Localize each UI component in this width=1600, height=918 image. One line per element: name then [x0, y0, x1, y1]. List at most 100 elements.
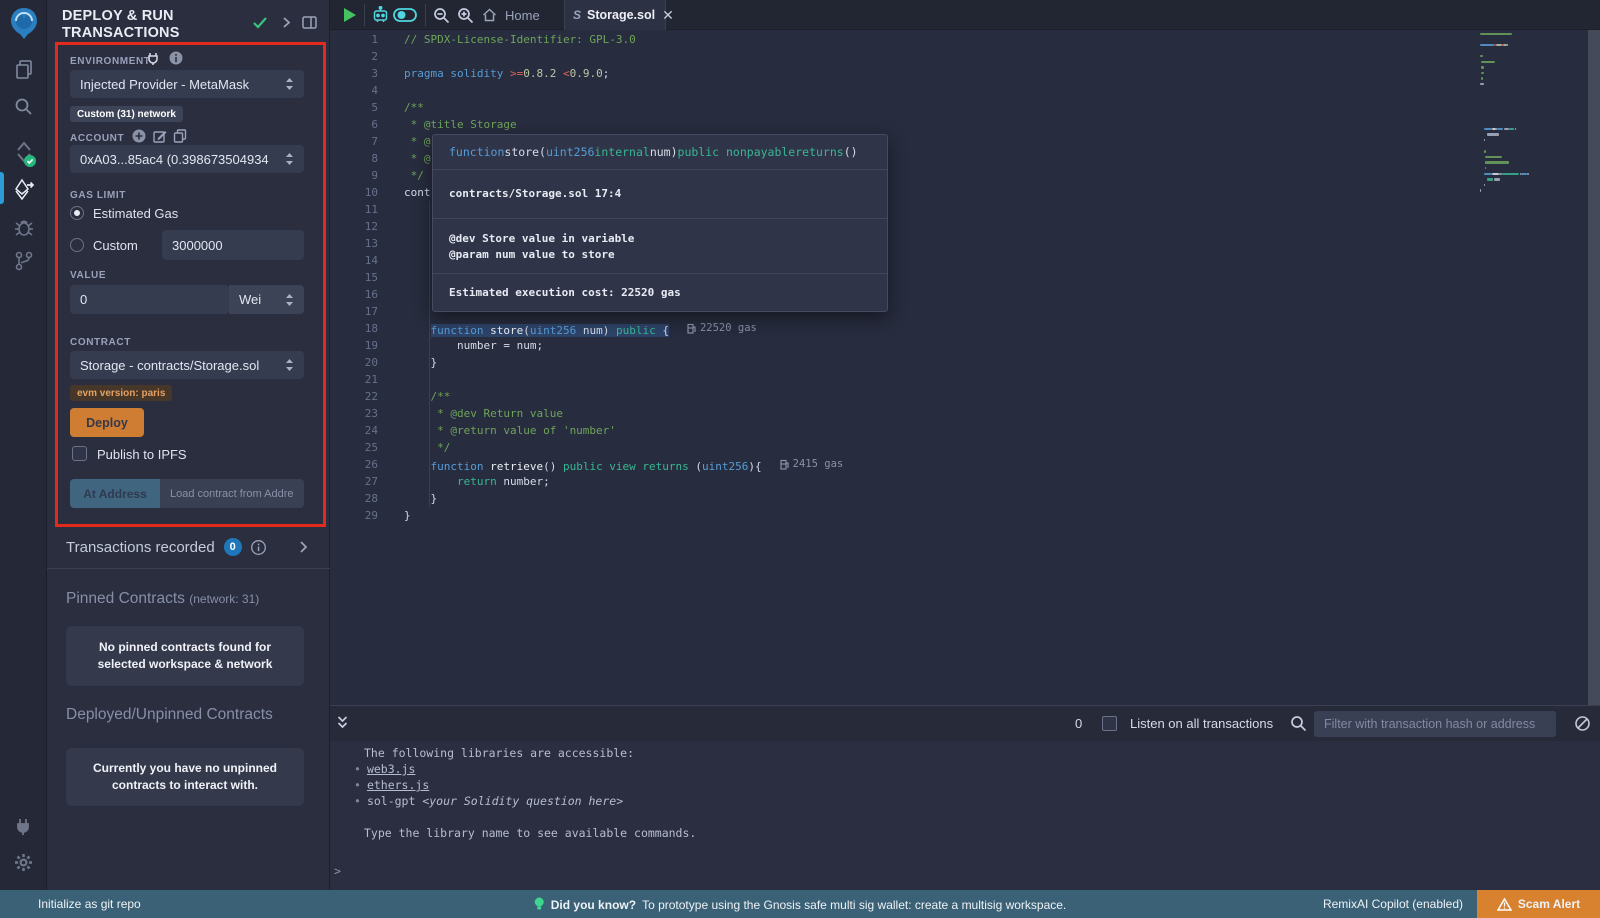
code-line[interactable]: 1// SPDX-License-Identifier: GPL-3.0: [330, 31, 1600, 48]
git-icon[interactable]: [0, 250, 47, 272]
publish-ipfs-label[interactable]: Publish to IPFS: [97, 447, 187, 462]
code-editor[interactable]: 1// SPDX-License-Identifier: GPL-3.023pr…: [330, 30, 1600, 705]
code-line[interactable]: 26 function retrieve() public view retur…: [330, 456, 1600, 473]
git-init-button[interactable]: Initialize as git repo: [38, 897, 141, 911]
line-number: 15: [348, 269, 378, 286]
deployed-contracts-title: Deployed/Unpinned Contracts: [66, 706, 273, 724]
code-line[interactable]: 27 return number;: [330, 473, 1600, 490]
line-number: 3: [348, 65, 378, 82]
ai-copilot-icon[interactable]: [372, 6, 389, 29]
code-line[interactable]: 29}: [330, 507, 1600, 524]
estimated-gas-radio[interactable]: [70, 206, 84, 220]
custom-gas-label[interactable]: Custom: [93, 238, 138, 253]
code-line[interactable]: 6 * @title Storage: [330, 116, 1600, 133]
line-number: 21: [348, 371, 378, 388]
code-line[interactable]: 18 function store(uint256 num) public {2…: [330, 320, 1600, 337]
code-line[interactable]: 28 }: [330, 490, 1600, 507]
value-input[interactable]: [70, 285, 229, 314]
code-line[interactable]: 3pragma solidity >=0.8.2 <0.9.0;: [330, 65, 1600, 82]
line-number: 28: [348, 490, 378, 507]
status-bar: Initialize as git repo Did you know?To p…: [0, 890, 1600, 918]
transactions-recorded-label: Transactions recorded: [66, 539, 215, 556]
search-icon[interactable]: [0, 96, 47, 117]
gas-estimate-widget: 2415 gas: [780, 456, 844, 473]
line-number: 8: [348, 150, 378, 167]
line-number: 6: [348, 116, 378, 133]
collapse-chevron-icon[interactable]: [282, 16, 291, 34]
code-line[interactable]: 20 }: [330, 354, 1600, 371]
code-line[interactable]: 22 /**: [330, 388, 1600, 405]
settings-gear-icon[interactable]: [0, 852, 47, 873]
listen-transactions-checkbox[interactable]: [1102, 716, 1117, 731]
deploy-button[interactable]: Deploy: [70, 408, 144, 437]
plugin-manager-icon[interactable]: [0, 815, 47, 837]
custom-gas-radio[interactable]: [70, 238, 84, 252]
tab-home[interactable]: Home: [470, 0, 564, 30]
environment-select[interactable]: Injected Provider - MetaMask: [70, 70, 304, 98]
code-line[interactable]: 5/**: [330, 99, 1600, 116]
environment-info-icon[interactable]: [169, 51, 183, 70]
line-number: 26: [348, 456, 378, 473]
file-explorer-icon[interactable]: [0, 58, 47, 80]
code-line[interactable]: 19 number = num;: [330, 337, 1600, 354]
pinned-empty-message: No pinned contracts found forselected wo…: [66, 626, 304, 686]
gas-limit-label: GAS LIMIT: [70, 190, 126, 201]
evm-version-badge: evm version: paris: [70, 385, 172, 401]
deploy-panel: DEPLOY & RUNTRANSACTIONS ENVIRONMENT Inj…: [47, 0, 330, 890]
minimap[interactable]: [1480, 31, 1560, 201]
value-unit-select[interactable]: Wei: [229, 285, 304, 314]
contract-label: CONTRACT: [70, 337, 131, 348]
solidity-file-icon: S: [573, 8, 581, 22]
tab-storage-sol[interactable]: S Storage.sol ✕: [564, 0, 666, 30]
terminal-line: Type the library name to see available c…: [364, 825, 696, 841]
remix-logo-icon[interactable]: [0, 6, 47, 40]
copilot-status[interactable]: RemixAI Copilot (enabled): [1323, 897, 1463, 911]
editor-scrollbar[interactable]: [1588, 30, 1600, 705]
web3-link[interactable]: web3.js: [367, 762, 415, 776]
listen-transactions-label[interactable]: Listen on all transactions: [1130, 716, 1273, 731]
scam-alert-button[interactable]: Scam Alert: [1477, 890, 1600, 918]
debugger-icon[interactable]: [0, 216, 47, 238]
transaction-filter-input[interactable]: [1314, 711, 1556, 737]
estimated-gas-label[interactable]: Estimated Gas: [93, 206, 178, 221]
contract-select[interactable]: Storage - contracts/Storage.sol: [70, 351, 304, 379]
solidity-compiler-icon[interactable]: [0, 140, 47, 168]
terminal-collapse-icon[interactable]: [336, 715, 349, 736]
code-line[interactable]: 2: [330, 48, 1600, 65]
clear-console-icon[interactable]: [1574, 715, 1591, 737]
line-number: 22: [348, 388, 378, 405]
tooltip-signature: function store (uint256 internal num) pu…: [433, 135, 887, 169]
code-line[interactable]: 25 */: [330, 439, 1600, 456]
deploy-run-icon[interactable]: [0, 178, 47, 202]
terminal-output[interactable]: The following libraries are accessible: …: [330, 741, 1600, 890]
line-number: 2: [348, 48, 378, 65]
at-address-input[interactable]: [160, 479, 304, 508]
run-script-icon[interactable]: [343, 7, 357, 28]
ethers-link[interactable]: ethers.js: [367, 778, 429, 792]
line-number: 19: [348, 337, 378, 354]
icon-rail: [0, 0, 47, 890]
tooltip-natspec: @dev Store value in variable@param num v…: [433, 218, 887, 273]
code-line[interactable]: 4: [330, 82, 1600, 99]
account-select[interactable]: 0xA03...85ac4 (0.398673504934: [70, 145, 304, 173]
terminal-prompt[interactable]: >: [334, 863, 341, 879]
code-line[interactable]: 21: [330, 371, 1600, 388]
publish-ipfs-checkbox[interactable]: [72, 446, 87, 461]
terminal-search-icon: [1290, 715, 1307, 737]
pin-panel-icon[interactable]: [302, 16, 317, 34]
copilot-toggle[interactable]: [393, 8, 417, 27]
custom-gas-input[interactable]: [162, 230, 304, 260]
zoom-out-icon[interactable]: [433, 7, 450, 29]
code-line[interactable]: 24 * @return value of 'number': [330, 422, 1600, 439]
line-number: 11: [348, 201, 378, 218]
fork-state-icon[interactable]: [147, 52, 159, 71]
code-line[interactable]: 23 * @dev Return value: [330, 405, 1600, 422]
transactions-info-icon[interactable]: [251, 540, 266, 555]
transactions-expand-icon[interactable]: [299, 540, 308, 559]
environment-label: ENVIRONMENT: [70, 56, 151, 67]
at-address-button[interactable]: At Address: [70, 479, 160, 508]
close-tab-icon[interactable]: ✕: [662, 8, 674, 22]
function-hover-tooltip: function store (uint256 internal num) pu…: [432, 134, 888, 312]
tooltip-source-path: contracts/Storage.sol 17:4: [433, 169, 887, 218]
line-number: 1: [348, 31, 378, 48]
